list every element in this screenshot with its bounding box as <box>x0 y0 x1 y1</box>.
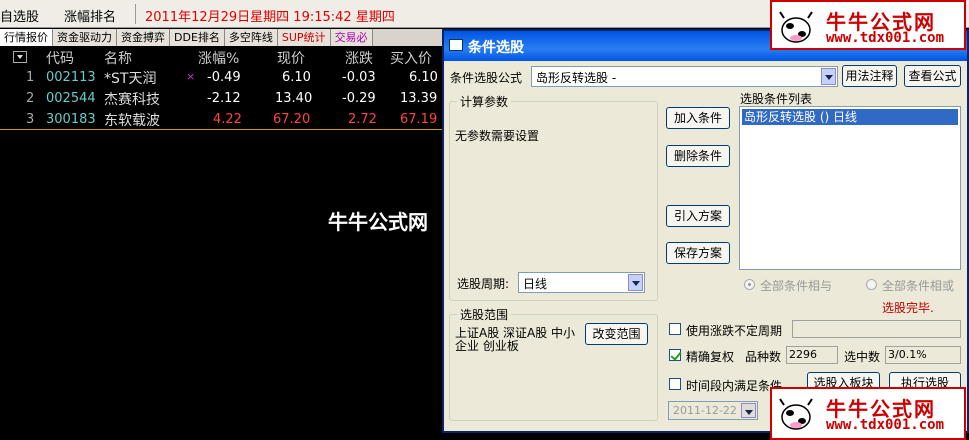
row-number: 3 <box>26 112 35 127</box>
price: 6.10 <box>282 70 311 85</box>
tab-long-short[interactable]: 多空阵线 <box>224 29 278 46</box>
formula-select-value: 岛形反转选股 - <box>536 71 617 85</box>
dialog-title: 条件选股 <box>468 40 524 56</box>
radio-and[interactable] <box>744 279 755 290</box>
time-range-label: 时间段内满足条件 <box>686 379 783 393</box>
watermark-name: 牛牛公式网 <box>328 210 428 234</box>
stock-filter-dialog: 条件选股 条件选股公式 岛形反转选股 - 用法注释 查看公式 计算参数 无参数需… <box>442 29 969 433</box>
change-range-button[interactable]: 改变范围 <box>585 323 648 345</box>
header-change-pct[interactable]: 涨幅% <box>198 48 239 68</box>
watchlist-label[interactable]: 自选股 <box>0 6 39 25</box>
range-text: 上证A股 深证A股 中小企业 创业板 <box>455 326 576 353</box>
tab-dde-rank[interactable]: DDE排名 <box>170 29 225 46</box>
tab-sup-stats[interactable]: SUP统计 <box>277 29 331 46</box>
cow-logo-icon <box>779 398 813 430</box>
datetime-display: 2011年12月29日星期四 19:15:42 星期四 <box>145 10 395 25</box>
radio-or-label: 全部条件相或 <box>882 279 955 293</box>
stock-table: 代码 名称 涨幅% 现价 涨跌 买入价 1 002113 *ST天润 × -0.… <box>0 47 444 130</box>
header-name[interactable]: 名称 <box>104 48 132 68</box>
count-label: 品种数 <box>745 350 782 364</box>
date-picker[interactable]: 2011-12-22 <box>668 401 758 420</box>
watermark-url: www.tdx001.com <box>826 417 945 433</box>
tab-trading[interactable]: 交易必 <box>330 29 373 46</box>
change: -0.29 <box>342 91 376 106</box>
exact-rights-checkbox[interactable] <box>669 349 681 361</box>
table-header: 代码 名称 涨幅% 现价 涨跌 买入价 <box>0 47 444 67</box>
bid: 67.19 <box>400 112 438 127</box>
stock-name: *ST天润 <box>104 71 157 87</box>
price: 67.20 <box>273 112 311 127</box>
condition-list-label: 选股条件列表 <box>740 92 813 106</box>
radio-and-label: 全部条件相与 <box>760 279 833 293</box>
stock-code: 300183 <box>46 112 96 127</box>
bid: 6.10 <box>409 70 438 85</box>
period-label: 选股周期: <box>457 277 510 291</box>
header-change[interactable]: 涨跌 <box>345 48 373 68</box>
table-row[interactable]: 1 002113 *ST天润 × -0.49 6.10 -0.03 6.10 <box>0 67 444 88</box>
use-period-label: 使用涨跌不定周期 <box>686 324 783 338</box>
use-period-checkbox[interactable] <box>669 323 681 335</box>
chevron-down-icon[interactable] <box>821 68 836 85</box>
delete-condition-button[interactable]: 删除条件 <box>666 145 730 167</box>
header-code[interactable]: 代码 <box>46 48 74 68</box>
header-bid[interactable]: 买入价 <box>390 48 432 68</box>
condition-list[interactable]: 岛形反转选股 () 日线 <box>739 106 961 270</box>
row-number: 2 <box>26 91 35 106</box>
time-range-checkbox[interactable] <box>669 378 681 390</box>
radio-or[interactable] <box>866 279 877 290</box>
change-pct: 4.22 <box>213 112 242 127</box>
watermark-url: www.tdx001.com <box>826 30 945 46</box>
range-group-label: 选股范围 <box>457 306 512 323</box>
change-pct: -0.49 <box>207 70 241 85</box>
row-number: 1 <box>26 70 35 85</box>
change: -0.03 <box>342 70 376 85</box>
watermark-badge-top: 牛牛公式网 www.tdx001.com <box>770 0 966 50</box>
date-value: 2011-12-22 <box>673 404 737 417</box>
view-formula-button[interactable]: 查看公式 <box>904 65 961 87</box>
selected-field: 3/0.1% <box>885 346 961 364</box>
table-row[interactable]: 3 300183 东软载波 4.22 67.20 2.72 67.19 <box>0 109 444 130</box>
price: 13.40 <box>275 91 313 106</box>
import-scheme-button[interactable]: 引入方案 <box>666 205 730 227</box>
window-icon <box>449 39 463 51</box>
params-text: 无参数需要设置 <box>455 129 540 143</box>
selected-label: 选中数 <box>844 350 881 364</box>
change: 2.72 <box>348 112 377 127</box>
stock-code: 002113 <box>46 70 96 85</box>
stock-name: 杰赛科技 <box>104 92 160 108</box>
cow-logo-icon <box>779 11 813 43</box>
table-row[interactable]: 2 002544 杰赛科技 -2.12 13.40 -0.29 13.39 <box>0 88 444 109</box>
period-select-value: 日线 <box>523 277 548 291</box>
period-select[interactable]: 日线 <box>518 272 645 293</box>
exact-rights-label: 精确复权 <box>686 350 735 364</box>
tab-capital-drive[interactable]: 资金驱动力 <box>53 29 117 46</box>
usage-notes-button[interactable]: 用法注释 <box>842 65 897 87</box>
formula-select[interactable]: 岛形反转选股 - <box>531 66 838 87</box>
divider <box>135 4 136 24</box>
change-pct: -2.12 <box>207 91 241 106</box>
tab-capital-game[interactable]: 资金搏弈 <box>117 29 170 46</box>
status-text: 选股完毕. <box>882 301 934 315</box>
chevron-down-icon[interactable] <box>741 403 756 418</box>
watermark-badge-bottom: 牛牛公式网 www.tdx001.com <box>770 387 966 440</box>
bid: 13.39 <box>400 91 438 106</box>
params-group-label: 计算参数 <box>457 93 512 110</box>
period-field[interactable] <box>792 320 961 338</box>
chevron-down-icon[interactable] <box>628 274 643 291</box>
stock-name: 东软载波 <box>104 113 160 129</box>
sort-dropdown-icon[interactable] <box>13 51 27 63</box>
flag-mark: × <box>186 70 196 83</box>
save-scheme-button[interactable]: 保存方案 <box>666 242 730 264</box>
stock-code: 002544 <box>46 91 96 106</box>
rank-label[interactable]: 涨幅排名 <box>64 6 116 25</box>
count-field: 2296 <box>786 346 838 364</box>
tab-bar: 行情报价 资金驱动力 资金搏弈 DDE排名 多空阵线 SUP统计 交易必 <box>0 29 444 46</box>
formula-label: 条件选股公式 <box>450 71 523 85</box>
header-price[interactable]: 现价 <box>277 48 305 68</box>
add-condition-button[interactable]: 加入条件 <box>666 107 730 129</box>
tab-quotes[interactable]: 行情报价 <box>0 29 53 46</box>
list-item[interactable]: 岛形反转选股 () 日线 <box>742 109 958 125</box>
